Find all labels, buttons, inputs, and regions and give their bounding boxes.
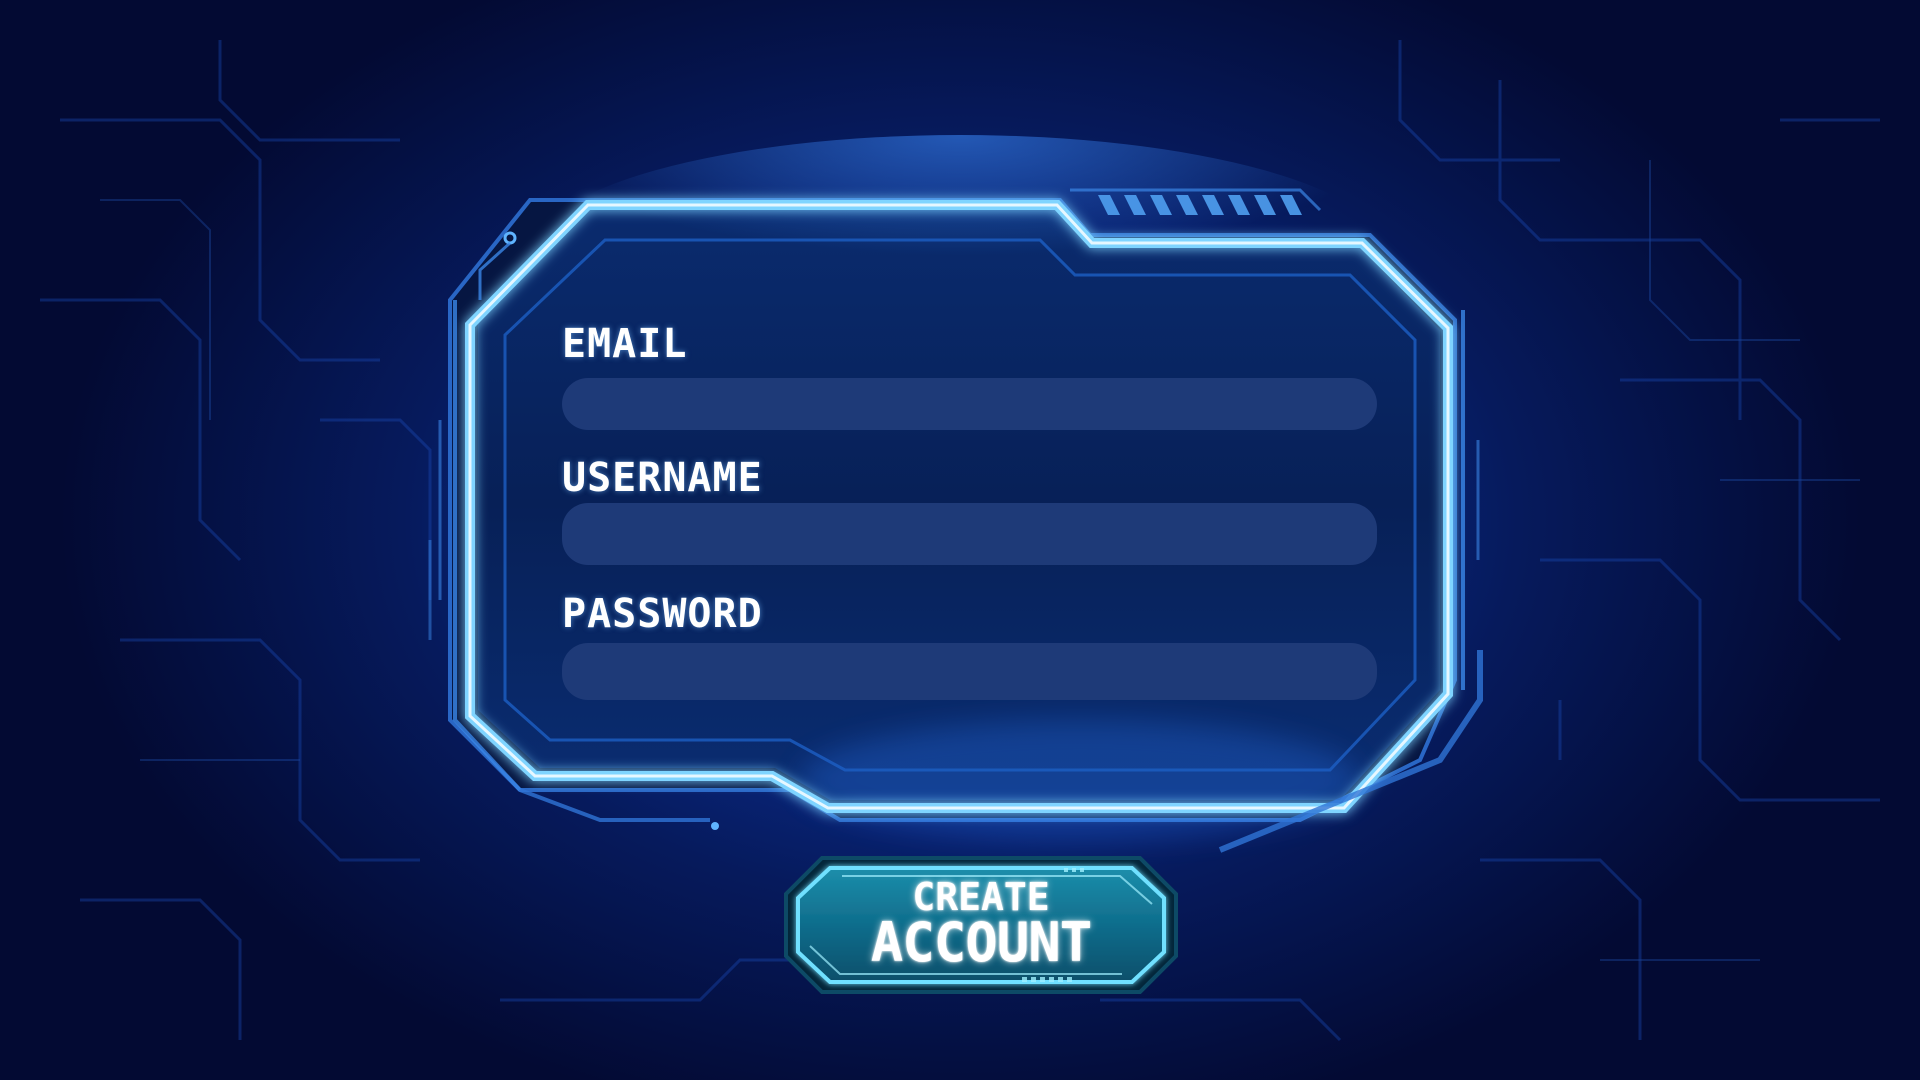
create-account-button[interactable]: CREATE ACCOUNT (782, 852, 1180, 998)
password-input[interactable] (562, 643, 1377, 700)
email-input[interactable] (562, 378, 1377, 430)
create-account-label-line2: ACCOUNT (870, 911, 1093, 974)
email-label: EMAIL (562, 321, 688, 367)
username-label: USERNAME (562, 455, 763, 501)
username-input[interactable] (562, 503, 1377, 565)
password-label: PASSWORD (562, 591, 763, 637)
